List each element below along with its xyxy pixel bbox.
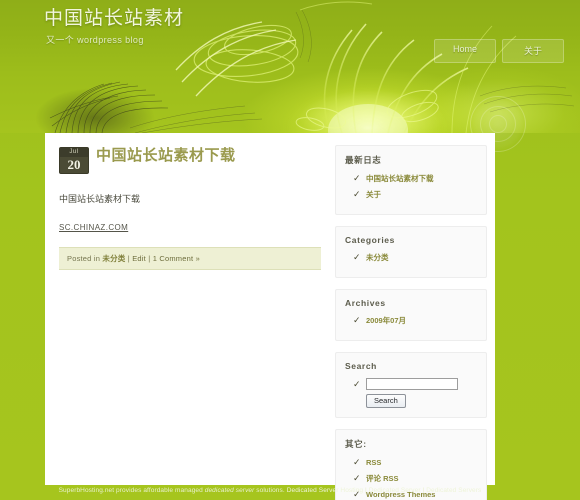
widget-title-archives: Archives [345,298,386,308]
footer-link-dedicated-servers[interactable]: Dedicated Servers [426,487,481,494]
recent-post-link-2[interactable]: 关于 [366,190,381,199]
post-edit-link[interactable]: Edit [132,254,146,263]
post-body: 中国站长站素材下载 SC.CHINAZ.COM [59,192,335,235]
page-root: 中国站长站素材 又一个 wordpress blog Home 关于 Jul 2… [0,0,580,500]
footer-credit: SuperbHosting.net provides affordable ma… [45,485,495,496]
category-link-1[interactable]: 未分类 [366,253,389,262]
footer-link-dedicated-server-hosting[interactable]: Dedicated Server Hosting [287,487,363,494]
primary-content: Jul 20 中国站长站素材下载 中国站长站素材下载 SC.CHINAZ.COM… [45,133,335,485]
footer: SuperbHosting.net provides affordable ma… [45,485,495,496]
search-form: ✓ [345,378,477,390]
footer-text-before: SuperbHosting.net provides affordable ma… [58,487,205,494]
post-article: Jul 20 中国站长站素材下载 中国站长站素材下载 SC.CHINAZ.COM… [59,145,335,270]
post-date-month: Jul [60,148,88,157]
meta-separator-2: | [148,254,151,263]
post-title[interactable]: 中国站长站素材下载 [96,145,236,165]
check-icon: ✓ [353,252,361,262]
other-link-rss[interactable]: RSS [366,458,381,467]
recent-posts-list: ✓ 中国站长站素材下载 ✓ 关于 [345,173,477,200]
widget-title-recent-posts: 最新日志 [345,155,382,165]
check-icon: ✓ [353,173,361,183]
check-icon: ✓ [353,315,361,325]
site-identity: 中国站长站素材 又一个 wordpress blog [44,8,184,46]
list-item: ✓ 关于 [353,189,477,200]
main-navigation: Home 关于 [434,39,564,63]
check-icon: ✓ [353,473,361,483]
footer-text-italic: dedicated server [204,487,255,494]
widget-title-search: Search [345,361,377,371]
archive-link-1[interactable]: 2009年07月 [366,316,406,325]
site-title[interactable]: 中国站长站素材 [44,8,184,30]
post-paragraph: 中国站长站素材下载 [59,194,141,204]
check-icon: ✓ [353,189,361,199]
list-item: ✓ 中国站长站素材下载 [353,173,477,184]
check-icon: ✓ [353,457,361,467]
categories-list: ✓ 未分类 [345,252,477,263]
post-meta: Posted in 未分类 | Edit | 1 Comment » [59,247,321,270]
check-icon: ✓ [353,379,361,389]
post-header: Jul 20 中国站长站素材下载 [59,145,335,174]
footer-text-after: solutions. [254,487,287,494]
widget-title-categories: Categories [345,235,395,245]
widget-categories: Categories ✓ 未分类 [335,226,487,278]
sidebar: 最新日志 ✓ 中国站长站素材下载 ✓ 关于 Categories ✓ 未分类 A… [335,133,495,500]
search-button[interactable]: Search [366,394,406,408]
other-link-comments-rss[interactable]: 评论 RSS [366,474,399,483]
list-item: ✓ 2009年07月 [353,315,477,326]
widget-search: Search ✓ Search [335,352,487,418]
post-comments-link[interactable]: 1 Comment » [153,254,200,263]
widget-title-other: 其它: [345,439,367,449]
widget-archives: Archives ✓ 2009年07月 [335,289,487,341]
archives-list: ✓ 2009年07月 [345,315,477,326]
post-date-day: 20 [67,157,81,172]
widget-recent-posts: 最新日志 ✓ 中国站长站素材下载 ✓ 关于 [335,145,487,215]
content-container: Jul 20 中国站长站素材下载 中国站长站素材下载 SC.CHINAZ.COM… [45,133,495,500]
nav-item-home[interactable]: Home [434,39,496,63]
meta-separator-1: | [127,254,130,263]
post-category-link[interactable]: 未分类 [102,254,125,263]
list-item: ✓ RSS [353,457,477,468]
search-input[interactable] [366,378,458,390]
list-item: ✓ 评论 RSS [353,473,477,484]
post-external-link[interactable]: SC.CHINAZ.COM [59,223,128,232]
footer-link-dedicated-server[interactable]: Dedicated Server [369,487,421,494]
post-date-badge: Jul 20 [59,147,89,174]
list-item: ✓ 未分类 [353,252,477,263]
recent-post-link-1[interactable]: 中国站长站素材下载 [366,174,434,183]
posted-in-label: Posted in [67,254,101,263]
nav-item-about[interactable]: 关于 [502,39,564,63]
site-description: 又一个 wordpress blog [46,35,144,45]
